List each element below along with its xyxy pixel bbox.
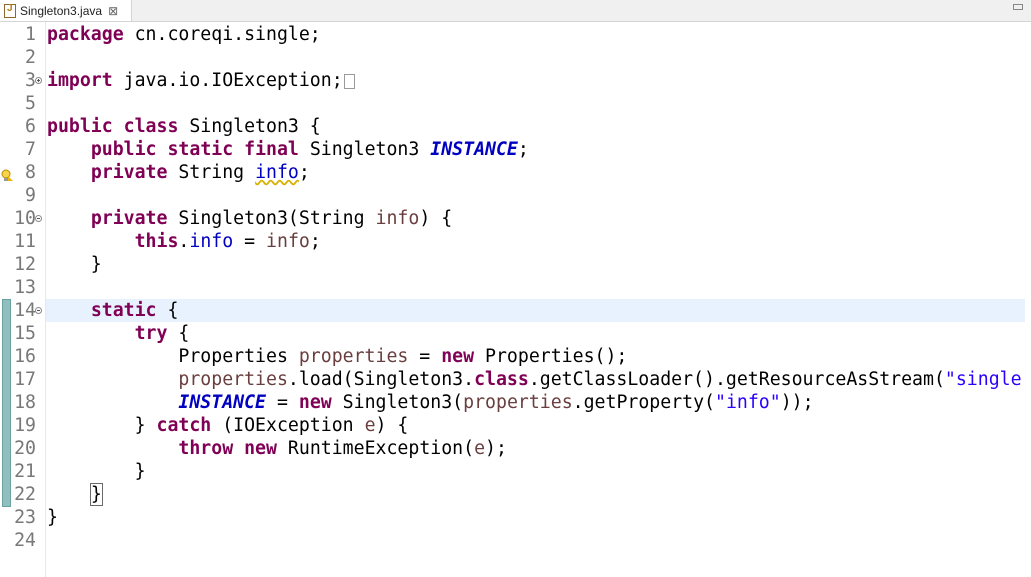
code-text: throw new RuntimeException(e); [178,438,507,459]
line-number: 7 [25,139,36,160]
line-number: 11 [14,231,36,252]
line-number: 3 [25,70,36,91]
line-number: 20 [14,438,36,459]
line-number: 13 [14,277,36,298]
line-number: 8 [25,162,36,183]
code-text: } [89,483,103,506]
code-text: try { [134,323,190,344]
collapsed-imports-indicator[interactable] [343,73,355,89]
line-number: 18 [14,392,36,413]
line-number: 1 [25,24,36,45]
code-line[interactable]: 21 } [0,460,1031,483]
code-text: } [47,507,58,528]
code-line[interactable]: 22 } [0,483,1031,506]
code-text: public class Singleton3 { [47,116,321,137]
line-number: 5 [25,93,36,114]
expand-fold-icon[interactable] [35,77,42,84]
code-editor[interactable]: 1 package cn.coreqi.single; 2 3 import java.… [0,22,1031,577]
line-number: 6 [25,116,36,137]
line-number: 9 [25,185,36,206]
code-text: private Singleton3(String info) { [90,208,453,229]
code-line[interactable]: 10 private Singleton3(String info) { [0,207,1031,230]
code-text: properties.load(Singleton3.class.getClas… [178,369,1022,390]
code-line[interactable]: 9 [0,184,1031,207]
java-file-icon [4,3,16,18]
warning-lightbulb-icon[interactable] [1,166,13,181]
line-number: 17 [14,369,36,390]
line-number: 21 [14,461,36,482]
close-tab-icon[interactable]: ⊠ [108,4,118,18]
code-line[interactable]: 19 } catch (IOException e) { [0,414,1031,437]
code-line[interactable]: 13 [0,276,1031,299]
tab-singleton3-java[interactable]: Singleton3.java ⊠ [0,0,132,21]
line-number: 15 [14,323,36,344]
code-text: INSTANCE = new Singleton3(properties.get… [178,392,814,413]
tab-label: Singleton3.java [20,3,103,18]
code-text: package cn.coreqi.single; [47,24,321,45]
code-line[interactable]: 16 Properties properties = new Propertie… [0,345,1031,368]
code-line[interactable]: 8 private String info; [0,161,1031,184]
code-text: public static final Singleton3 INSTANCE; [90,139,529,160]
collapse-fold-icon[interactable] [35,307,42,314]
code-line[interactable]: 1 package cn.coreqi.single; [0,23,1031,46]
code-text: } [47,254,102,275]
code-line[interactable]: 12 } [0,253,1031,276]
line-number: 22 [14,484,36,505]
line-number: 16 [14,346,36,367]
code-line[interactable]: 2 [0,46,1031,69]
code-text: } [47,461,146,482]
code-text: this.info = info; [134,231,321,252]
collapse-fold-icon[interactable] [35,215,42,222]
code-line[interactable]: 14 static { [0,299,1031,322]
code-line[interactable]: 7 public static final Singleton3 INSTANC… [0,138,1031,161]
line-number: 23 [14,507,36,528]
code-text: } catch (IOException e) { [47,415,409,436]
minimize-icon[interactable] [1013,4,1023,10]
current-line-highlight [46,299,1025,322]
line-number: 2 [25,47,36,68]
code-line[interactable]: 24 [0,529,1031,552]
editor-tab-bar: Singleton3.java ⊠ [0,0,1031,22]
code-line[interactable]: 15 try { [0,322,1031,345]
line-number: 12 [14,254,36,275]
code-line[interactable]: 11 this.info = info; [0,230,1031,253]
line-number: 24 [14,530,36,551]
line-number: 10 [14,208,36,229]
code-line[interactable]: 20 throw new RuntimeException(e); [0,437,1031,460]
code-text: import java.io.IOException; [47,69,355,92]
code-text: private String info; [90,162,310,183]
code-line[interactable]: 23} [0,506,1031,529]
code-text: static { [90,300,179,321]
code-line[interactable]: 6 public class Singleton3 { [0,115,1031,138]
code-line[interactable]: 17 properties.load(Singleton3.class.getC… [0,368,1031,391]
code-text: Properties properties = new Properties()… [47,346,628,367]
code-line[interactable]: 5 [0,92,1031,115]
code-line[interactable]: 3 import java.io.IOException; [0,69,1031,92]
line-number: 19 [14,415,36,436]
code-line[interactable]: 18 INSTANCE = new Singleton3(properties.… [0,391,1031,414]
line-number: 14 [14,300,36,321]
